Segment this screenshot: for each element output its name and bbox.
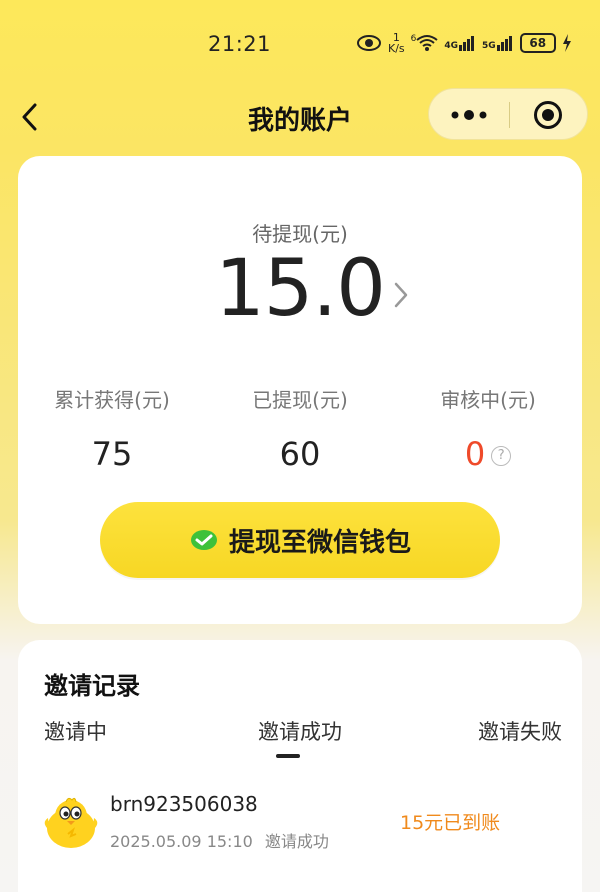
pending-amount[interactable]: 15.0 xyxy=(18,244,582,334)
record-icon[interactable] xyxy=(533,100,563,130)
stat-total: 累计获得(元) 75 xyxy=(18,384,206,473)
question-icon[interactable]: ? xyxy=(491,446,512,466)
stat-reviewing: 审核中(元) 0? xyxy=(394,384,582,473)
nav-bar: 我的账户 xyxy=(0,86,600,146)
stat-total-label: 累计获得(元) xyxy=(54,388,170,412)
wifi-icon: 6 xyxy=(411,34,439,52)
invite-meta: 2025.05.09 15:10 邀请成功 xyxy=(110,828,329,852)
invite-reward: 15元已到账 xyxy=(400,812,501,834)
more-dots-icon[interactable] xyxy=(449,107,489,123)
chevron-right-icon[interactable] xyxy=(392,280,410,310)
stat-withdrawn-value: 60 xyxy=(279,435,321,473)
pending-label: 待提现(元) xyxy=(252,222,348,246)
status-icons: 1 K/s 6 4G 5G 68 xyxy=(356,32,572,54)
invite-time: 2025.05.09 15:10 xyxy=(110,832,253,851)
stat-withdrawn: 已提现(元) 60 xyxy=(206,384,394,473)
stat-withdrawn-label: 已提现(元) xyxy=(252,388,348,412)
net-speed: 1 K/s xyxy=(388,31,405,55)
miniapp-capsule xyxy=(428,88,588,140)
invite-status: 邀请成功 xyxy=(264,832,329,851)
stat-reviewing-value-wrap: 0? xyxy=(394,435,582,473)
stats-row: 累计获得(元) 75 已提现(元) 60 审核中(元) 0? xyxy=(18,384,582,473)
wechat-icon xyxy=(190,530,217,550)
list-item: brn923506038 2025.05.09 15:10 邀请成功 15元已到账 xyxy=(42,790,562,860)
charging-icon xyxy=(562,34,571,52)
eye-icon xyxy=(357,35,381,51)
battery-icon: 68 xyxy=(519,33,556,53)
stat-reviewing-label: 审核中(元) xyxy=(440,388,536,412)
withdraw-wechat-button[interactable]: 提现至微信钱包 xyxy=(100,502,500,578)
invite-records-title: 邀请记录 xyxy=(44,672,140,700)
account-card: 待提现(元) 15.0 累计获得(元) 75 已提现(元) 60 审核中(元) … xyxy=(18,156,582,624)
withdraw-label: 提现至微信钱包 xyxy=(228,527,411,558)
capsule-divider xyxy=(509,102,510,128)
stat-reviewing-value: 0 xyxy=(464,435,486,473)
tab-invite-failed[interactable]: 邀请失败 xyxy=(478,716,562,746)
active-tab-indicator xyxy=(276,754,300,758)
sim2-signal-icon: 5G xyxy=(482,35,514,51)
invite-records-card: 邀请记录 邀请中 邀请成功 邀请失败 brn923506038 2025.05.… xyxy=(18,640,582,892)
invitee-username: brn923506038 xyxy=(110,792,258,816)
status-time: 21:21 xyxy=(208,32,272,56)
stat-total-value: 75 xyxy=(91,435,133,473)
sim1-signal-icon: 4G xyxy=(444,35,476,51)
status-bar: 21:21 1 K/s 6 4G 5G 68 xyxy=(0,24,600,64)
chick-avatar xyxy=(44,797,98,848)
